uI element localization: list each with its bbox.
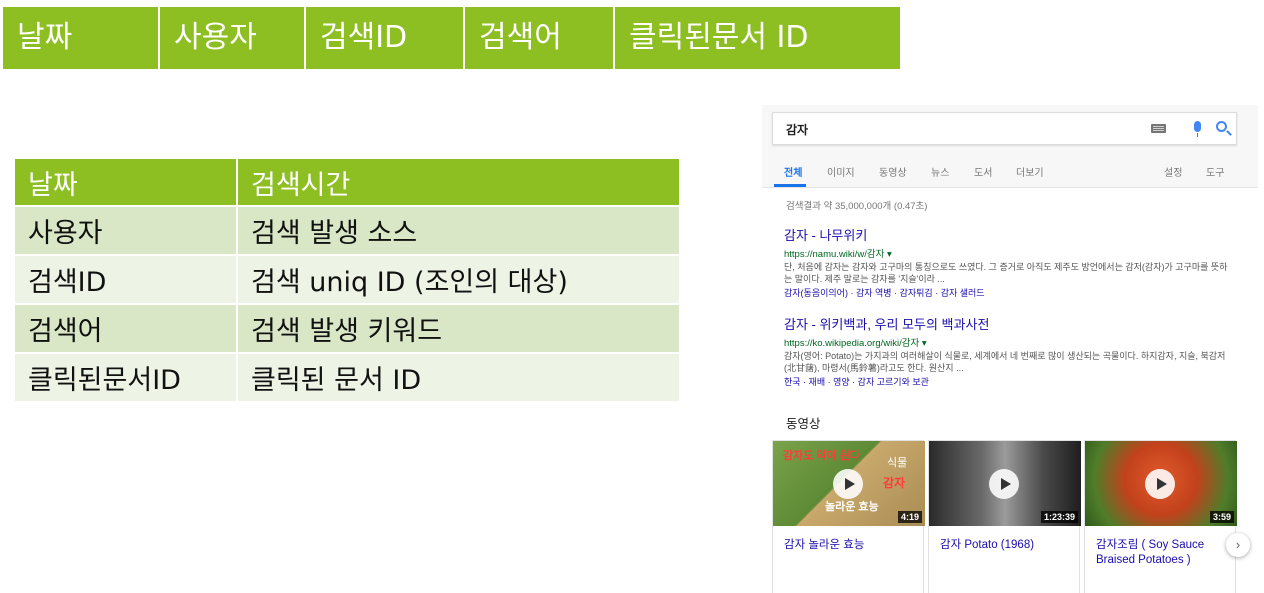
field-name: 클릭된문서ID — [15, 354, 238, 403]
field-description: 클릭된 문서 ID — [238, 354, 679, 403]
thumbnail-caption: 식물 — [887, 457, 908, 469]
tab-books[interactable]: 도서 — [974, 164, 992, 179]
header-cell-clicked-doc-id: 클릭된문서 ID — [615, 7, 900, 69]
search-result: 감자 - 위키백과, 우리 모두의 백과사전 https://ko.wikipe… — [784, 314, 1234, 388]
table-header-cell: 날짜 — [15, 159, 238, 207]
video-card[interactable]: 1:23:39 감자 Potato (1968) — [928, 440, 1081, 593]
keyboard-icon[interactable] — [1151, 124, 1166, 133]
video-duration: 4:19 — [897, 511, 922, 523]
result-title-link[interactable]: 감자 - 나무위키 — [784, 225, 1234, 244]
play-icon[interactable] — [1145, 469, 1175, 499]
table-header-cell: 검색시간 — [238, 159, 679, 207]
search-input[interactable]: 감자 — [772, 112, 1237, 145]
field-description: 검색 uniq ID (조인의 대상) — [238, 256, 679, 305]
schema-table: 날짜 검색시간 사용자 검색 발생 소스 검색ID 검색 uniq ID (조인… — [15, 159, 679, 403]
video-duration: 3:59 — [1209, 511, 1234, 523]
result-stats: 검색결과 약 35,000,000개 (0.47초) — [786, 201, 928, 212]
search-result: 감자 - 나무위키 https://namu.wiki/w/감자 단, 처음에 … — [784, 225, 1234, 299]
video-thumbnail[interactable]: 3:59 — [1085, 441, 1237, 526]
table-row: 클릭된문서ID 클릭된 문서 ID — [15, 354, 679, 403]
tab-all[interactable]: 전체 — [784, 164, 802, 179]
table-row: 검색어 검색 발생 키워드 — [15, 305, 679, 354]
tab-news[interactable]: 뉴스 — [931, 164, 949, 179]
video-thumbnail[interactable]: 감자도 약이 된다 식물 감자 놀라운 효능 4:19 — [773, 441, 925, 526]
video-title-link[interactable]: 감자조림 ( Soy Sauce Braised Potatoes ) — [1096, 538, 1231, 568]
field-description: 검색 발생 키워드 — [238, 305, 679, 354]
table-header-row: 날짜 검색시간 — [15, 159, 679, 207]
active-tab-indicator — [774, 184, 806, 187]
video-section-heading: 동영상 — [786, 417, 821, 431]
header-cell-date: 날짜 — [3, 7, 160, 69]
result-sitelinks[interactable]: 한국 · 재배 · 영양 · 감자 고르기와 보관 — [784, 375, 1234, 388]
result-title-link[interactable]: 감자 - 위키백과, 우리 모두의 백과사전 — [784, 314, 1234, 333]
result-url[interactable]: https://ko.wikipedia.org/wiki/감자 — [784, 335, 1234, 349]
video-title-link[interactable]: 감자 놀라운 효능 — [784, 538, 919, 553]
search-query-text: 감자 — [786, 123, 809, 137]
header-cell-query: 검색어 — [465, 7, 615, 69]
thumbnail-caption: 놀라운 효능 — [825, 501, 879, 513]
result-sitelinks[interactable]: 감자(동음이의어) · 감자 역병 · 감자튀김 · 감자 샐러드 — [784, 286, 1234, 299]
search-tabs: 전체 이미지 동영상 뉴스 도서 더보기 설정 도구 — [762, 157, 1258, 188]
settings-link[interactable]: 설정 — [1164, 164, 1182, 179]
header-strip: 날짜 사용자 검색ID 검색어 클릭된문서 ID — [3, 7, 900, 69]
search-icon[interactable] — [1216, 121, 1227, 132]
result-snippet: 단, 처음에 감자는 감자와 고구마의 통칭으로도 쓰였다. 그 증거로 아직도… — [784, 262, 1228, 284]
header-cell-user: 사용자 — [160, 7, 306, 69]
result-snippet: 감자(영어: Potato)는 가지과의 여러해살이 식물로, 세계에서 네 번… — [784, 351, 1226, 373]
chevron-right-icon[interactable]: › — [1226, 533, 1250, 557]
search-header: 감자 전체 이미지 동영상 뉴스 도서 더보기 설정 도구 — [762, 105, 1258, 188]
video-thumbnail[interactable]: 1:23:39 — [929, 441, 1081, 526]
thumbnail-caption: 감자도 약이 된다 — [783, 450, 860, 462]
video-title-link[interactable]: 감자 Potato (1968) — [940, 538, 1075, 553]
tab-more[interactable]: 더보기 — [1016, 164, 1044, 179]
header-cell-search-id: 검색ID — [306, 7, 465, 69]
field-name: 사용자 — [15, 207, 238, 256]
tab-images[interactable]: 이미지 — [827, 164, 855, 179]
field-description: 검색 발생 소스 — [238, 207, 679, 256]
thumbnail-caption: 감자 — [883, 476, 906, 490]
microphone-icon[interactable] — [1194, 121, 1201, 137]
field-name: 검색ID — [15, 256, 238, 305]
video-duration: 1:23:39 — [1040, 511, 1078, 523]
result-url[interactable]: https://namu.wiki/w/감자 — [784, 246, 1234, 260]
tools-link[interactable]: 도구 — [1206, 164, 1224, 179]
table-row: 사용자 검색 발생 소스 — [15, 207, 679, 256]
search-results-panel: 감자 전체 이미지 동영상 뉴스 도서 더보기 설정 도구 검색결과 약 35,… — [762, 105, 1258, 593]
video-card[interactable]: 감자도 약이 된다 식물 감자 놀라운 효능 4:19 감자 놀라운 효능 — [772, 440, 925, 593]
table-row: 검색ID 검색 uniq ID (조인의 대상) — [15, 256, 679, 305]
tab-videos[interactable]: 동영상 — [879, 164, 907, 179]
field-name: 검색어 — [15, 305, 238, 354]
play-icon[interactable] — [989, 469, 1019, 499]
play-icon[interactable] — [833, 469, 863, 499]
video-card[interactable]: 3:59 감자조림 ( Soy Sauce Braised Potatoes ) — [1084, 440, 1237, 593]
